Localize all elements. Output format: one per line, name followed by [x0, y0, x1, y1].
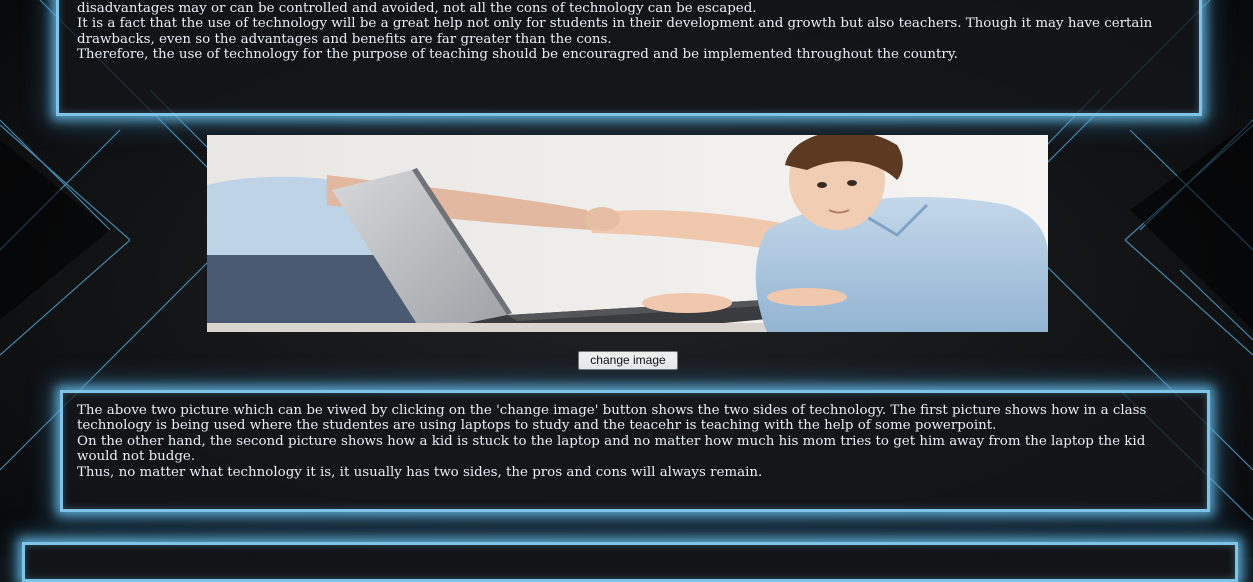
text-line: The above two picture which can be viwed…: [77, 403, 1147, 418]
article-text-top: disadvantages may or can be controlled a…: [77, 1, 1192, 63]
change-image-button[interactable]: change image: [578, 351, 678, 370]
text-line: Thus, no matter what technology it is, i…: [77, 464, 763, 480]
slideshow-image: [207, 135, 1048, 332]
text-line: disadvantages may or can be controlled a…: [77, 1, 757, 16]
text-line: On the other hand, the second picture sh…: [77, 433, 1146, 449]
article-section-bottom: [22, 542, 1238, 582]
article-text-description: The above two picture which can be viwed…: [77, 403, 1197, 480]
text-line: It is a fact that the use of technology …: [77, 16, 1153, 32]
text-line: drawbacks, even so the advantages and be…: [77, 31, 612, 47]
text-line: would not budge.: [77, 449, 196, 465]
text-line: Therefore, the use of technology for the…: [77, 47, 958, 63]
text-line: technology is being used where the stude…: [77, 418, 997, 434]
